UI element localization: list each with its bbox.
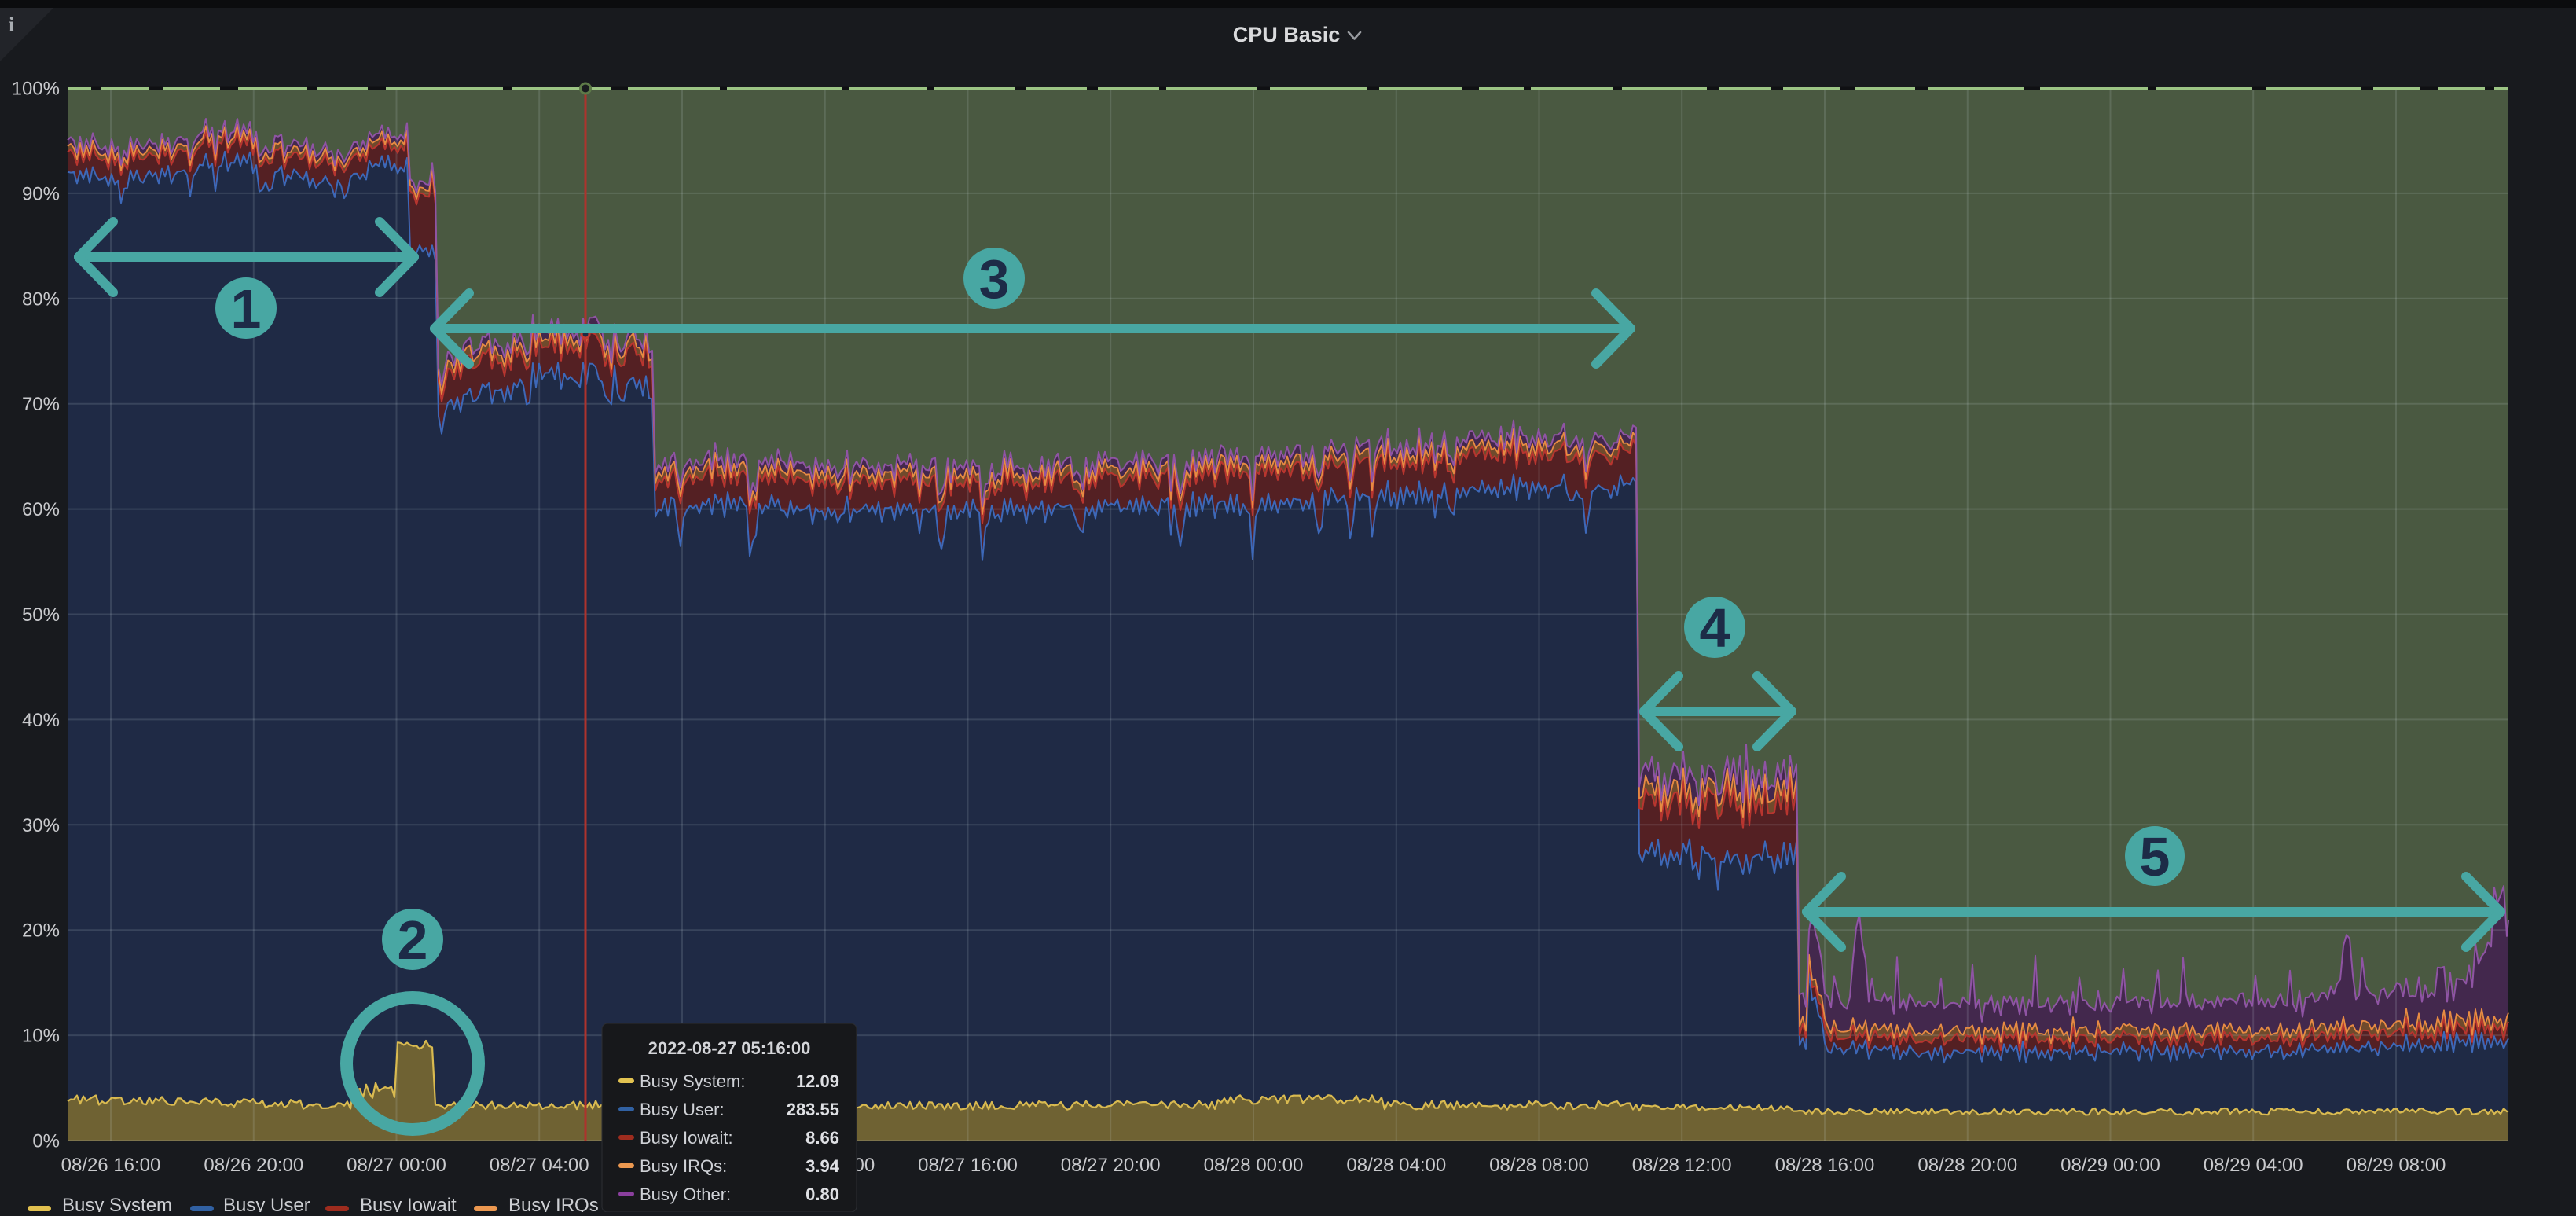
- svg-text:5: 5: [2140, 826, 2171, 887]
- svg-text:90%: 90%: [22, 183, 60, 204]
- svg-text:3: 3: [979, 248, 1010, 310]
- svg-text:08/29 00:00: 08/29 00:00: [2060, 1155, 2160, 1176]
- svg-text:Busy Iowait:: Busy Iowait:: [640, 1128, 733, 1148]
- svg-text:10%: 10%: [22, 1026, 60, 1047]
- svg-text:3.94: 3.94: [805, 1156, 840, 1176]
- svg-text:08/27 16:00: 08/27 16:00: [918, 1155, 1018, 1176]
- svg-text:08/26 20:00: 08/26 20:00: [204, 1155, 303, 1176]
- svg-text:i: i: [9, 13, 15, 36]
- svg-text:08/27 00:00: 08/27 00:00: [347, 1155, 446, 1176]
- svg-text:80%: 80%: [22, 288, 60, 310]
- svg-text:08/28 04:00: 08/28 04:00: [1346, 1155, 1446, 1176]
- svg-text:Busy System: Busy System: [62, 1195, 172, 1212]
- svg-text:50%: 50%: [22, 604, 60, 626]
- svg-text:08/29 04:00: 08/29 04:00: [2204, 1155, 2303, 1176]
- svg-text:Busy Other:: Busy Other:: [640, 1185, 731, 1204]
- svg-text:08/28 20:00: 08/28 20:00: [1917, 1155, 2017, 1176]
- svg-text:08/28 08:00: 08/28 08:00: [1489, 1155, 1589, 1176]
- svg-text:30%: 30%: [22, 815, 60, 836]
- svg-text:2: 2: [398, 909, 428, 971]
- svg-text:4: 4: [1700, 597, 1730, 659]
- svg-text:8.66: 8.66: [805, 1128, 839, 1148]
- svg-text:0.80: 0.80: [805, 1185, 839, 1204]
- svg-text:08/27 04:00: 08/27 04:00: [490, 1155, 589, 1176]
- svg-text:70%: 70%: [22, 394, 60, 415]
- svg-text:Busy Iowait: Busy Iowait: [360, 1195, 457, 1212]
- svg-text:20%: 20%: [22, 920, 60, 942]
- svg-text:Busy IRQs: Busy IRQs: [508, 1195, 599, 1212]
- svg-text:60%: 60%: [22, 499, 60, 520]
- svg-text:1: 1: [231, 278, 262, 340]
- svg-text:40%: 40%: [22, 710, 60, 731]
- svg-text:Busy User: Busy User: [223, 1195, 310, 1212]
- svg-text:08/28 12:00: 08/28 12:00: [1632, 1155, 1732, 1176]
- svg-text:08/28 00:00: 08/28 00:00: [1204, 1155, 1304, 1176]
- svg-text:283.55: 283.55: [787, 1100, 839, 1119]
- svg-text:08/29 08:00: 08/29 08:00: [2347, 1155, 2446, 1176]
- svg-text:Busy System:: Busy System:: [640, 1071, 745, 1091]
- svg-text:2022-08-27 05:16:00: 2022-08-27 05:16:00: [648, 1038, 811, 1058]
- svg-text:08/26 16:00: 08/26 16:00: [61, 1155, 161, 1176]
- svg-text:Busy User:: Busy User:: [640, 1100, 725, 1119]
- svg-text:12.09: 12.09: [796, 1071, 839, 1091]
- svg-text:100%: 100%: [12, 79, 60, 100]
- svg-text:Busy IRQs:: Busy IRQs:: [640, 1156, 727, 1176]
- svg-text:CPU Basic: CPU Basic: [1233, 23, 1341, 46]
- svg-text:08/27 20:00: 08/27 20:00: [1061, 1155, 1161, 1176]
- svg-text:0%: 0%: [32, 1131, 60, 1152]
- svg-text:08/28 16:00: 08/28 16:00: [1775, 1155, 1875, 1176]
